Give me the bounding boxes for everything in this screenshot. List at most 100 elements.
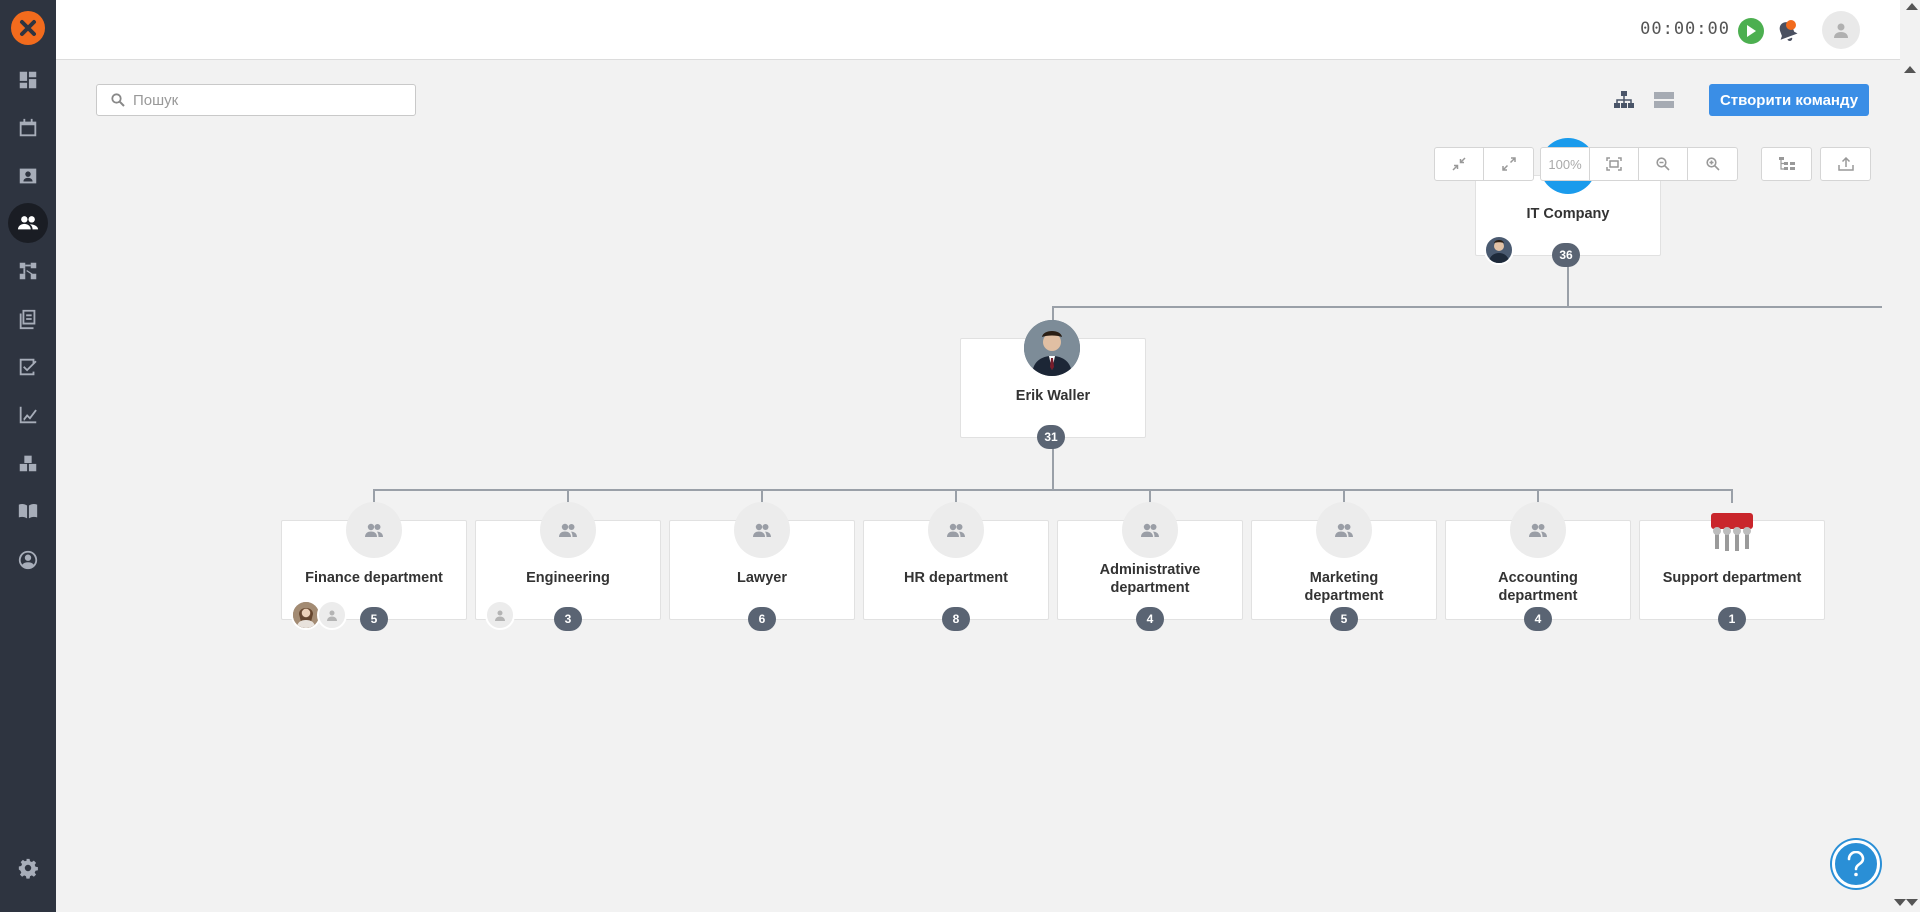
search-input[interactable]: [133, 91, 393, 109]
vertical-scrollbar[interactable]: [1900, 60, 1920, 912]
department-name: Engineering: [526, 570, 610, 586]
gear-icon[interactable]: [8, 848, 48, 888]
org-node-title: Erik Waller: [1015, 388, 1091, 404]
group-icon: [540, 502, 596, 558]
avatar: [1484, 235, 1514, 265]
avatar-placeholder: [317, 600, 347, 630]
zoom-level-controls: 100%: [1540, 147, 1738, 181]
connector-line: [1537, 489, 1539, 503]
member-count-badge: 4: [1136, 607, 1164, 631]
zoom-in-button[interactable]: [1688, 148, 1737, 180]
zoom-controls: [1434, 147, 1534, 181]
department-name: Finance department: [305, 570, 443, 586]
analytics-icon[interactable]: [8, 395, 48, 435]
connector-line: [1052, 306, 1882, 308]
connector-line: [1052, 448, 1054, 490]
layout-controls: [1761, 147, 1812, 181]
member-count-badge: 36: [1552, 243, 1580, 267]
zoom-in-icon: [1705, 157, 1720, 171]
person-photo-icon: [1024, 320, 1080, 376]
notification-dot: [1786, 20, 1796, 30]
member-count-badge: 5: [360, 607, 388, 631]
org-chart-view-icon[interactable]: [1612, 88, 1636, 112]
notifications-button[interactable]: [1774, 18, 1800, 44]
scroll-up-arrow-top[interactable]: [1906, 3, 1918, 10]
help-button[interactable]: [1832, 840, 1880, 888]
create-team-button[interactable]: Створити команду: [1709, 84, 1869, 116]
tasks-icon[interactable]: [8, 347, 48, 387]
member-count-badge: 3: [554, 607, 582, 631]
group-icon: [1335, 523, 1353, 537]
user-icon: [1834, 23, 1848, 38]
member-count-badge: 5: [1330, 607, 1358, 631]
department-name: Accounting department: [1498, 570, 1578, 604]
connector-line: [761, 489, 763, 503]
fit-to-screen-button[interactable]: [1590, 148, 1639, 180]
play-icon: [1747, 25, 1756, 37]
group-icon: [559, 523, 577, 537]
knowledge-base-icon[interactable]: [8, 491, 48, 531]
calendar-icon[interactable]: [8, 108, 48, 148]
member-count-badge: 1: [1718, 607, 1746, 631]
documents-icon[interactable]: [8, 299, 48, 339]
scroll-down-arrow-2[interactable]: [1906, 899, 1918, 906]
support-logo: [1704, 502, 1760, 558]
connector-line: [955, 489, 957, 503]
group-icon: [1141, 523, 1159, 537]
timer-play-button[interactable]: [1738, 18, 1764, 44]
warehouse-icon[interactable]: [8, 443, 48, 483]
dashboard-icon[interactable]: [8, 60, 48, 100]
group-icon: [1529, 523, 1547, 537]
connector-line: [1567, 266, 1569, 306]
sidebar: [0, 0, 56, 912]
connector-line: [1731, 489, 1733, 503]
expand-all-button[interactable]: [1484, 148, 1533, 180]
member-count-badge: 31: [1037, 425, 1065, 449]
department-name: Marketing department: [1304, 570, 1384, 604]
connector-line: [1149, 489, 1151, 503]
list-view-icon[interactable]: [1652, 88, 1676, 112]
scroll-up-arrow[interactable]: [1904, 66, 1916, 73]
group-icon: [734, 502, 790, 558]
upload-icon: [1837, 157, 1854, 171]
app-logo[interactable]: [11, 11, 45, 45]
department-name: Administrative department: [1099, 562, 1201, 596]
time-tracker-display: 00:00:00: [1640, 19, 1730, 39]
zoom-out-icon: [1656, 157, 1670, 171]
zoom-out-button[interactable]: [1639, 148, 1688, 180]
zoom-level[interactable]: 100%: [1541, 148, 1590, 180]
collapse-all-button[interactable]: [1435, 148, 1484, 180]
top-header: 00:00:00: [56, 0, 1900, 60]
group-icon: [753, 523, 771, 537]
department-name: Lawyer: [737, 570, 787, 586]
group-icon: [1122, 502, 1178, 558]
support-logo-icon: [1711, 513, 1753, 551]
group-icon: [365, 523, 383, 537]
search-icon: [111, 93, 125, 107]
manager-photo: [1024, 320, 1080, 376]
group-icon: [346, 502, 402, 558]
avatar-placeholder: [485, 600, 515, 630]
profile-icon[interactable]: [8, 540, 48, 580]
collapse-icon: [1452, 157, 1466, 171]
user-menu-avatar[interactable]: [1822, 11, 1860, 49]
member-count-badge: 8: [942, 607, 970, 631]
group-icon: [947, 523, 965, 537]
connector-line: [373, 489, 375, 503]
close-x-icon: [20, 20, 36, 36]
connector-line: [373, 489, 1733, 491]
department-name: Support department: [1662, 570, 1802, 586]
scroll-down-arrow[interactable]: [1894, 899, 1906, 906]
expand-icon: [1501, 157, 1516, 171]
group-icon: [1510, 502, 1566, 558]
search-box[interactable]: [96, 84, 416, 116]
team-icon[interactable]: [8, 203, 48, 243]
export-controls: [1820, 147, 1871, 181]
workflow-icon[interactable]: [8, 251, 48, 291]
export-button[interactable]: [1821, 148, 1870, 180]
member-count-badge: 4: [1524, 607, 1552, 631]
fit-screen-icon: [1606, 157, 1622, 171]
connector-line: [1343, 489, 1345, 503]
contacts-icon[interactable]: [8, 156, 48, 196]
tree-layout-button[interactable]: [1762, 148, 1811, 180]
